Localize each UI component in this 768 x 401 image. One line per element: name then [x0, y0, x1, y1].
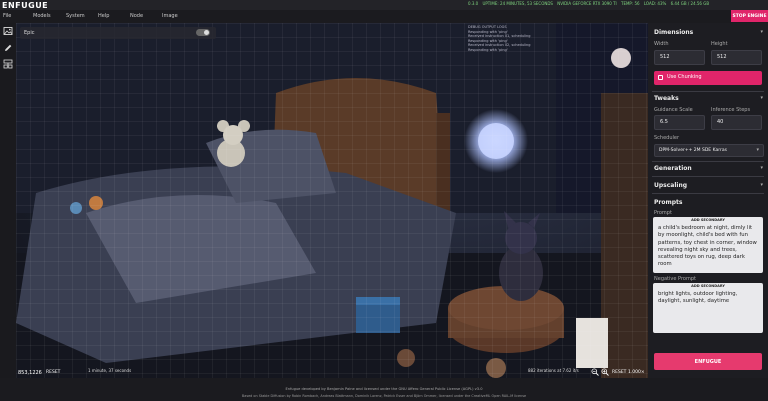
log-line: Responding with 'ping': [468, 47, 508, 52]
layer-name: Epic: [24, 30, 35, 36]
menu-models[interactable]: Models: [33, 10, 51, 23]
steps-label: Inference Steps: [711, 107, 751, 113]
generation-time: 1 minute, 37 seconds: [88, 368, 132, 373]
node-icon[interactable]: [3, 59, 13, 69]
prompt-text: a child's bedroom at night, dimly lit by…: [658, 225, 757, 268]
chevron-down-icon[interactable]: ▾: [760, 95, 763, 101]
width-label: Width: [654, 41, 669, 47]
divider: [652, 176, 764, 177]
height-label: Height: [711, 41, 728, 47]
guidance-field[interactable]: 6.5: [654, 115, 705, 130]
zoom-in-icon[interactable]: [601, 368, 609, 376]
negative-prompt-input[interactable]: ADD SECONDARY bright lights, outdoor lig…: [653, 283, 763, 333]
menu-bar: File Models System Help Node Image: [0, 10, 731, 23]
menu-image[interactable]: Image: [162, 10, 178, 23]
footer: Enfugue developed by Benjamin Paine and …: [0, 378, 768, 401]
tool-rail: [0, 23, 16, 378]
image-icon[interactable]: [3, 26, 13, 36]
add-secondary-prompt-button[interactable]: ADD SECONDARY: [653, 218, 763, 222]
canvas-grid: [16, 23, 648, 378]
zoom-out-icon[interactable]: [591, 368, 599, 376]
dimensions-header[interactable]: Dimensions: [654, 29, 693, 36]
settings-panel: Dimensions ▾ Width Height 512 512 Use Ch…: [648, 23, 768, 378]
enfugue-button[interactable]: ENFUGUE: [654, 353, 762, 370]
scheduler-label: Scheduler: [654, 135, 680, 141]
use-chunking-toggle[interactable]: Use Chunking: [654, 71, 762, 85]
scheduler-select[interactable]: DPM-Solver++ 2M SDE Karras ▾: [654, 144, 764, 157]
scheduler-value: DPM-Solver++ 2M SDE Karras: [659, 148, 727, 153]
stop-engine-button[interactable]: STOP ENGINE: [731, 10, 768, 22]
log-line: Received instruction 02, scheduling: [468, 43, 531, 47]
prompts-header[interactable]: Prompts: [654, 199, 682, 206]
status-strip: 0.3.0 UPTIME: 24 MINUTES, 53 SECONDS NVI…: [468, 1, 712, 6]
temp-text: TEMP: 56: [621, 1, 640, 6]
layer-toggle[interactable]: [196, 29, 210, 36]
steps-field[interactable]: 40: [711, 115, 762, 130]
reset-zoom-button[interactable]: RESET: [612, 370, 626, 375]
negative-prompt-label: Negative Prompt: [654, 276, 696, 282]
prompt-label: Prompt: [654, 210, 672, 216]
top-bar: ENFUGUE 0.3.0 UPTIME: 24 MINUTES, 53 SEC…: [0, 0, 768, 10]
vram-text: 6.44 GB / 24.56 GB: [670, 1, 710, 6]
divider: [652, 91, 764, 92]
footer-license: Based on Stable Diffusion by Robin Romba…: [241, 394, 527, 398]
height-field[interactable]: 512: [711, 50, 762, 65]
width-field[interactable]: 512: [654, 50, 705, 65]
upscaling-header[interactable]: Upscaling: [654, 182, 687, 189]
chunking-label: Use Chunking: [667, 74, 702, 80]
menu-help[interactable]: Help: [98, 10, 109, 23]
guidance-label: Guidance Scale: [654, 107, 693, 113]
chevron-down-icon[interactable]: ▾: [760, 182, 763, 188]
debug-log: DEBUG OUTPUT LOGS Responding with 'ping'…: [468, 25, 530, 52]
generation-header[interactable]: Generation: [654, 165, 692, 172]
menu-node[interactable]: Node: [130, 10, 143, 23]
log-line: Received instruction 01, scheduling: [468, 34, 531, 38]
iteration-info: 882 iterations at 7.62 it/s: [528, 368, 579, 373]
divider: [652, 161, 764, 162]
cursor-coordinates: 853,1226: [18, 370, 42, 376]
layer-bar[interactable]: Epic: [20, 27, 216, 39]
menu-system[interactable]: System: [66, 10, 85, 23]
negative-prompt-text: bright lights, outdoor lighting, dayligh…: [658, 291, 738, 305]
reset-position-button[interactable]: RESET: [46, 370, 60, 375]
add-secondary-negative-button[interactable]: ADD SECONDARY: [653, 284, 763, 288]
footer-credit: Enfugue developed by Benjamin Paine and …: [285, 387, 483, 391]
pencil-icon[interactable]: [3, 43, 13, 53]
version-text: 0.3.0: [468, 1, 479, 6]
gpu-text: NVIDIA GEFORCE RTX 3090 TI: [557, 1, 617, 6]
zoom-level: 1.000×: [628, 370, 645, 375]
image-canvas[interactable]: Epic DEBUG OUTPUT LOGS Responding with '…: [16, 23, 648, 378]
chevron-down-icon: ▾: [756, 147, 759, 153]
chevron-down-icon[interactable]: ▾: [760, 165, 763, 171]
app-title: ENFUGUE: [2, 1, 49, 10]
prompt-input[interactable]: ADD SECONDARY a child's bedroom at night…: [653, 217, 763, 273]
load-text: LOAD: 43%: [643, 1, 667, 6]
chunking-checkbox[interactable]: [658, 75, 663, 80]
divider: [652, 193, 764, 194]
chevron-down-icon[interactable]: ▾: [760, 29, 763, 35]
menu-file[interactable]: File: [3, 10, 11, 23]
tweaks-header[interactable]: Tweaks: [654, 95, 679, 102]
uptime-text: UPTIME: 24 MINUTES, 53 SECONDS: [482, 1, 553, 6]
